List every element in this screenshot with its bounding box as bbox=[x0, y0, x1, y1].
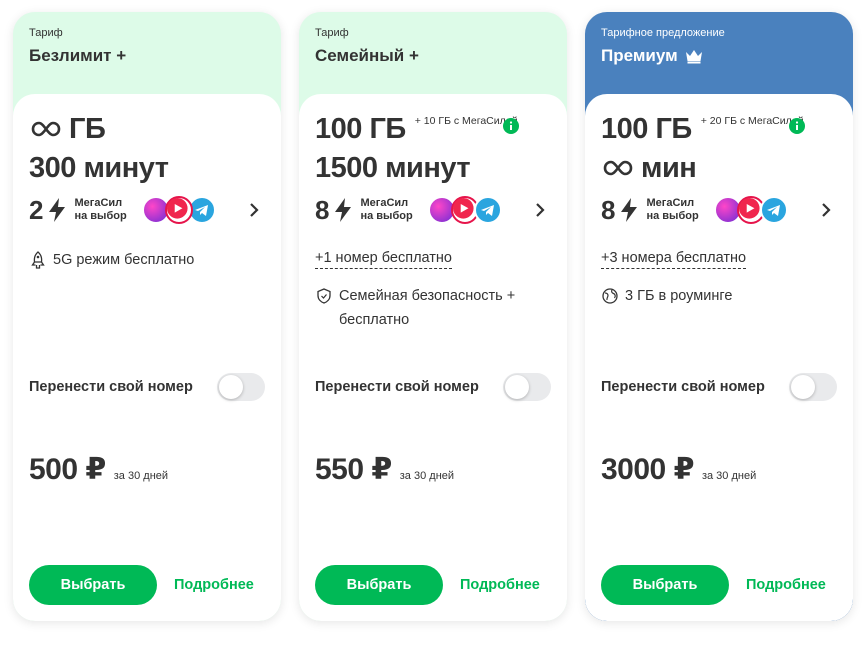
price: 3000 ₽ bbox=[601, 453, 694, 486]
megasila-count: 8 bbox=[601, 195, 616, 225]
data-row: 100 ГБ + 10 ГБ с МегаСилой bbox=[315, 112, 519, 146]
megasila-label: МегаСил на выбор bbox=[646, 197, 699, 222]
toggle-knob bbox=[791, 375, 815, 399]
tariff-card-bezlimit: Тариф Безлимит + ГБ 300 минут 2 МегаСил … bbox=[13, 12, 281, 621]
minutes-amount: 300 минут bbox=[29, 152, 169, 184]
card-actions: Выбрать Подробнее bbox=[601, 565, 837, 605]
infinity-icon bbox=[603, 160, 633, 176]
minutes-amount: 1500 минут bbox=[315, 152, 471, 184]
megasila-count: 2 bbox=[29, 195, 44, 225]
app-icons bbox=[714, 196, 789, 224]
tariff-eyebrow: Тарифное предложение bbox=[601, 27, 725, 39]
price: 500 ₽ bbox=[29, 453, 106, 486]
price-row: 550 ₽ за 30 дней bbox=[315, 452, 454, 487]
tariff-card-semeiny: Тариф Семейный + 100 ГБ + 10 ГБ с МегаСи… bbox=[299, 12, 567, 621]
feature-text: 5G режим бесплатно bbox=[53, 252, 195, 268]
lightning-icon bbox=[335, 198, 352, 222]
shield-icon bbox=[317, 288, 331, 304]
tariff-name: Семейный + bbox=[315, 46, 419, 65]
app-icons bbox=[428, 196, 503, 224]
details-link[interactable]: Подробнее bbox=[746, 577, 826, 593]
select-button[interactable]: Выбрать bbox=[315, 565, 443, 605]
data-row: ГБ bbox=[29, 112, 106, 146]
lightning-icon bbox=[49, 198, 66, 222]
data-amount: 100 ГБ bbox=[601, 113, 692, 145]
megasila-count: 8 bbox=[315, 195, 330, 225]
megasila-label: МегаСил на выбор bbox=[360, 197, 413, 222]
feature-text: Семейная безопасность + бесплатно bbox=[339, 288, 516, 328]
tariff-name: Премиум bbox=[601, 46, 678, 65]
select-button[interactable]: Выбрать bbox=[29, 565, 157, 605]
telegram-icon bbox=[474, 196, 503, 224]
price-period: за 30 дней bbox=[701, 470, 757, 482]
app-icons bbox=[142, 196, 217, 224]
price-period: за 30 дней bbox=[113, 470, 169, 482]
info-icon[interactable] bbox=[788, 118, 805, 134]
feature-5g: 5G режим бесплатно bbox=[29, 248, 194, 272]
price: 550 ₽ bbox=[315, 453, 392, 486]
minutes-row: 1500 минут bbox=[315, 151, 471, 185]
card-actions: Выбрать Подробнее bbox=[29, 565, 265, 605]
transfer-number-toggle[interactable] bbox=[217, 373, 265, 401]
megasila-row[interactable]: 2 МегаСил на выбор bbox=[29, 194, 265, 226]
info-icon[interactable] bbox=[502, 118, 519, 134]
select-button[interactable]: Выбрать bbox=[601, 565, 729, 605]
card-body: 100 ГБ + 20 ГБ с МегаСилой мин 8 МегаСил… bbox=[585, 94, 853, 621]
chevron-right-icon[interactable] bbox=[247, 202, 261, 218]
tariff-name-row: Премиум bbox=[601, 45, 837, 67]
minutes-amount: мин bbox=[641, 152, 697, 184]
chevron-right-icon[interactable] bbox=[819, 202, 833, 218]
data-amount: 100 ГБ bbox=[315, 113, 406, 145]
infinity-icon bbox=[31, 121, 61, 137]
feature-extra-numbers[interactable]: +3 номера бесплатно bbox=[601, 248, 747, 269]
data-bonus: + 10 ГБ с МегаСилой bbox=[414, 115, 518, 127]
price-period: за 30 дней bbox=[399, 470, 455, 482]
price-row: 3000 ₽ за 30 дней bbox=[601, 452, 756, 487]
card-header: Тарифное предложение Премиум bbox=[585, 12, 853, 94]
data-amount: ГБ bbox=[69, 113, 106, 145]
megasila-row[interactable]: 8 МегаСил на выбор bbox=[315, 194, 551, 226]
transfer-number-toggle[interactable] bbox=[503, 373, 551, 401]
price-row: 500 ₽ за 30 дней bbox=[29, 452, 168, 487]
megasila-label: МегаСил на выбор bbox=[74, 197, 127, 222]
details-link[interactable]: Подробнее bbox=[174, 577, 254, 593]
feature-family-security: Семейная безопасность + бесплатно bbox=[315, 284, 551, 332]
transfer-number-label: Перенести свой номер bbox=[29, 379, 193, 395]
feature-text: +3 номера бесплатно bbox=[601, 248, 747, 269]
transfer-number-row: Перенести свой номер bbox=[29, 372, 265, 402]
transfer-number-label: Перенести свой номер bbox=[601, 379, 765, 395]
feature-extra-number[interactable]: +1 номер бесплатно bbox=[315, 248, 452, 269]
rocket-icon bbox=[31, 251, 45, 269]
toggle-knob bbox=[219, 375, 243, 399]
transfer-number-row: Перенести свой номер bbox=[601, 372, 837, 402]
card-header: Тариф Безлимит + bbox=[13, 12, 281, 94]
telegram-icon bbox=[760, 196, 789, 224]
card-body: ГБ 300 минут 2 МегаСил на выбор 5G режим… bbox=[13, 94, 281, 621]
crown-icon bbox=[685, 50, 702, 64]
chevron-right-icon[interactable] bbox=[533, 202, 547, 218]
tariff-card-premium: Тарифное предложение Премиум 100 ГБ + 20… bbox=[585, 12, 853, 621]
minutes-row: 300 минут bbox=[29, 151, 169, 185]
data-bonus: + 20 ГБ с МегаСилой bbox=[700, 115, 804, 127]
details-link[interactable]: Подробнее bbox=[460, 577, 540, 593]
toggle-knob bbox=[505, 375, 529, 399]
megasila-row[interactable]: 8 МегаСил на выбор bbox=[601, 194, 837, 226]
feature-roaming: 3 ГБ в роуминге bbox=[601, 284, 732, 308]
card-body: 100 ГБ + 10 ГБ с МегаСилой 1500 минут 8 … bbox=[299, 94, 567, 621]
video-app-icon bbox=[165, 196, 194, 224]
transfer-number-row: Перенести свой номер bbox=[315, 372, 551, 402]
minutes-row: мин bbox=[601, 151, 697, 185]
card-header: Тариф Семейный + bbox=[299, 12, 567, 94]
globe-icon bbox=[602, 288, 618, 304]
lightning-icon bbox=[621, 198, 638, 222]
tariff-name: Безлимит + bbox=[29, 46, 127, 65]
feature-text: 3 ГБ в роуминге bbox=[625, 288, 733, 304]
card-actions: Выбрать Подробнее bbox=[315, 565, 551, 605]
tariff-eyebrow: Тариф bbox=[29, 27, 63, 39]
data-row: 100 ГБ + 20 ГБ с МегаСилой bbox=[601, 112, 805, 146]
feature-text: +1 номер бесплатно bbox=[315, 248, 452, 269]
transfer-number-label: Перенести свой номер bbox=[315, 379, 479, 395]
tariff-eyebrow: Тариф bbox=[315, 27, 349, 39]
transfer-number-toggle[interactable] bbox=[789, 373, 837, 401]
